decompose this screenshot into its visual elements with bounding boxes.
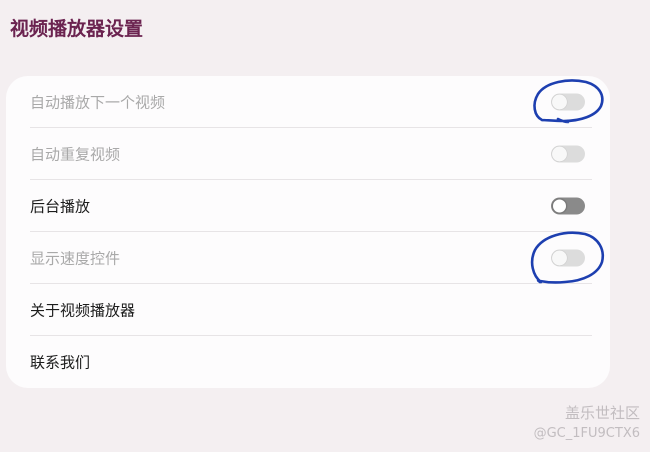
watermark-user-id: @GC_1FU9CTX6 — [533, 426, 640, 441]
auto-repeat-toggle[interactable] — [551, 145, 585, 163]
setting-row-contact[interactable]: 联系我们 — [6, 336, 610, 388]
setting-row-background-play[interactable]: 后台播放 — [6, 180, 610, 232]
setting-row-speed-controls[interactable]: 显示速度控件 — [6, 232, 610, 284]
speed-controls-toggle[interactable] — [551, 249, 585, 267]
setting-label: 自动播放下一个视频 — [30, 93, 166, 112]
setting-row-about[interactable]: 关于视频播放器 — [6, 284, 610, 336]
toggle-knob — [552, 146, 567, 162]
setting-label: 联系我们 — [30, 353, 91, 372]
watermark-brand: 盖乐世社区 — [564, 404, 640, 422]
setting-label: 关于视频播放器 — [30, 301, 136, 320]
autoplay-next-toggle[interactable] — [551, 93, 585, 111]
setting-label: 自动重复视频 — [30, 145, 121, 164]
background-play-toggle[interactable] — [551, 197, 585, 215]
setting-label: 后台播放 — [30, 197, 91, 216]
setting-row-autoplay-next[interactable]: 自动播放下一个视频 — [6, 76, 610, 128]
page-title: 视频播放器设置 — [10, 18, 144, 40]
setting-label: 显示速度控件 — [30, 249, 121, 268]
setting-row-auto-repeat[interactable]: 自动重复视频 — [6, 128, 610, 180]
toggle-knob — [552, 198, 567, 214]
toggle-knob — [552, 250, 567, 266]
toggle-knob — [552, 94, 567, 110]
settings-card: 自动播放下一个视频 自动重复视频 后台播放 显示速度控件 关于视频播放器 联系我… — [6, 76, 610, 388]
